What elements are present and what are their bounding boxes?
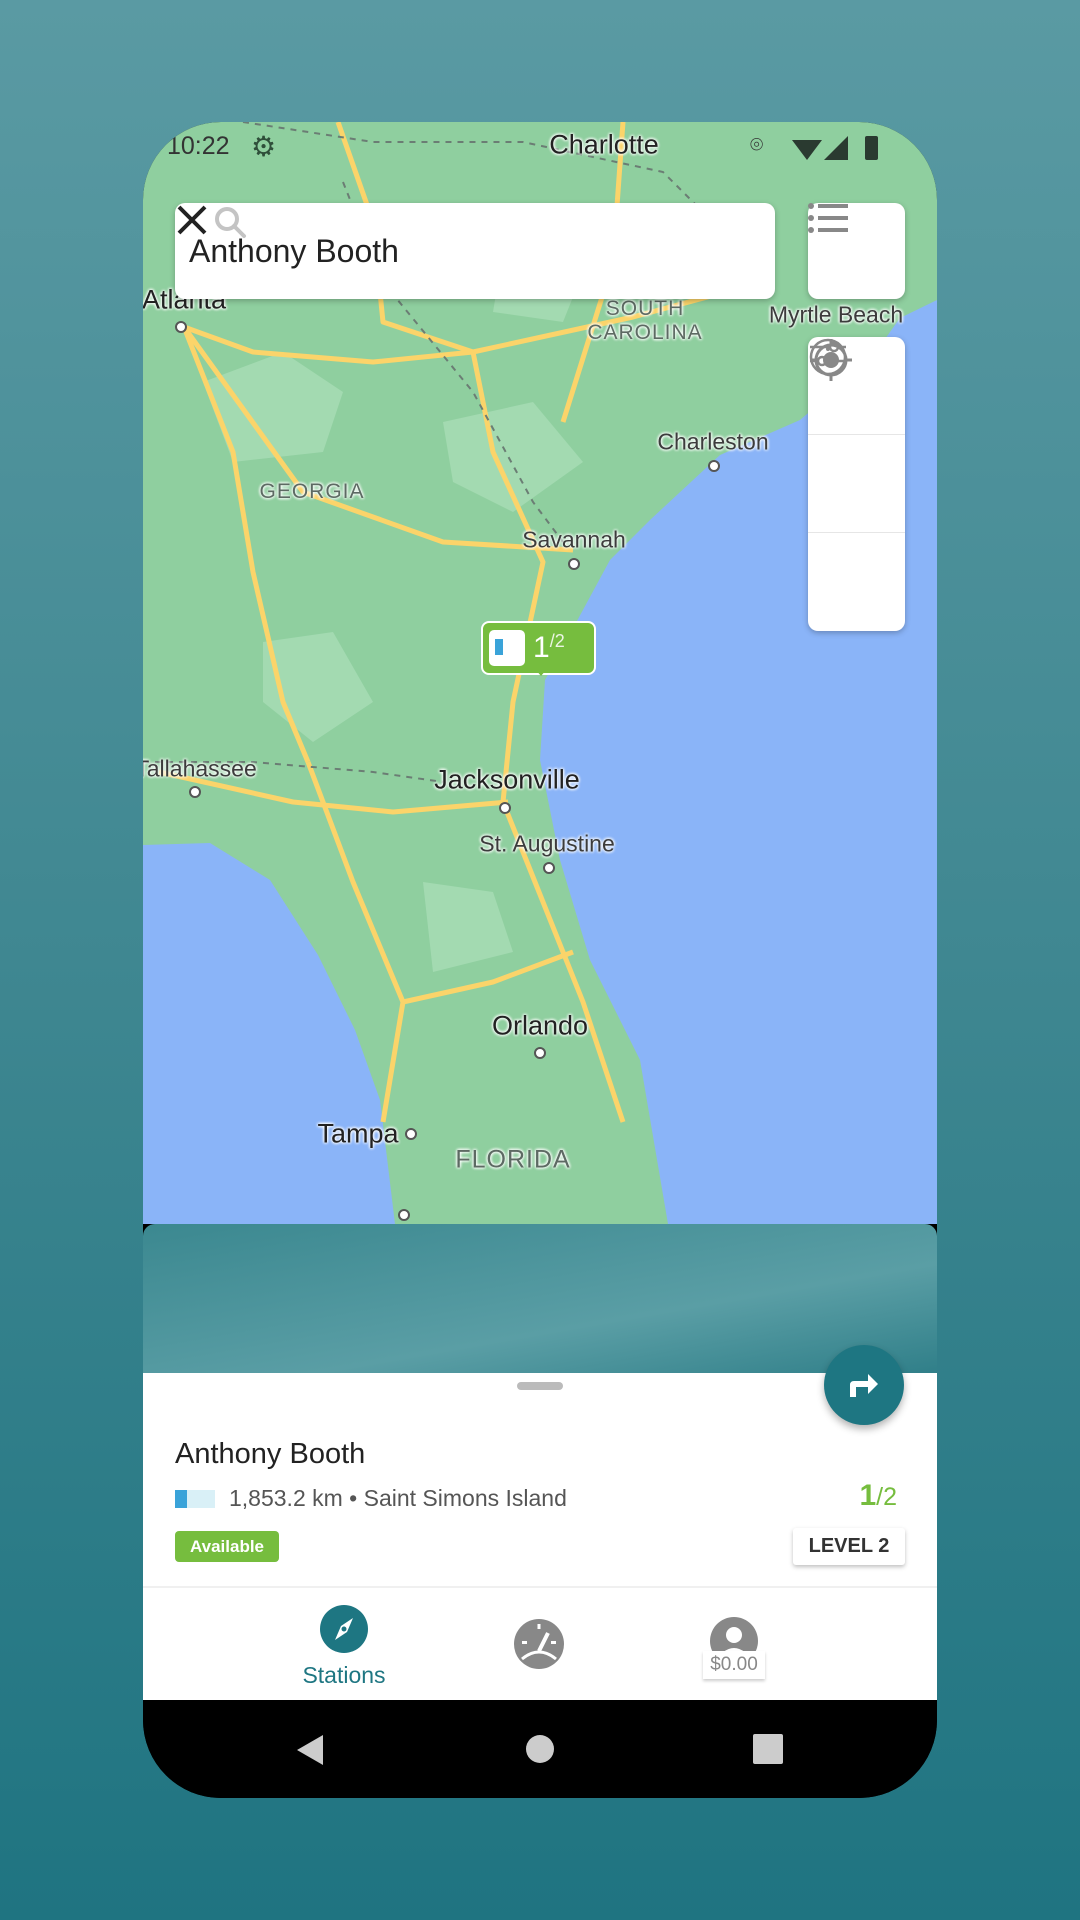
map-view[interactable]: Charlotte Atlanta SOUTH CAROLINA Myrtle … (143, 122, 937, 1224)
map-label-florida: FLORIDA (455, 1145, 571, 1174)
station-info-row: 1,853.2 km • Saint Simons Island (175, 1485, 567, 1512)
nav-stations-label: Stations (302, 1662, 386, 1688)
map-label-jacksonville: Jacksonville (434, 764, 580, 795)
map-label-charleston: Charleston (657, 428, 769, 455)
map-label-tampa: Tampa (317, 1118, 399, 1149)
search-input[interactable]: Anthony Booth (189, 233, 775, 270)
status-bar: 10:22 ⚙ ⌾ (143, 131, 937, 162)
available-count: 1 (859, 1479, 877, 1512)
station-logo-icon (489, 630, 525, 666)
map-label-georgia: GEORGIA (259, 480, 365, 503)
location-icon: ⌾ (750, 132, 764, 157)
network-logo-icon (175, 1489, 215, 1508)
crosshair-icon (810, 339, 852, 381)
station-sheet[interactable]: Anthony Booth 1,853.2 km • Saint Simons … (143, 1373, 937, 1700)
map-label-orlando: Orlando (491, 1010, 589, 1041)
marker-available-count: 1 (533, 631, 550, 664)
android-nav-bar (143, 1700, 937, 1798)
search-bar[interactable]: Anthony Booth (175, 203, 775, 299)
sheet-drag-handle[interactable] (517, 1382, 563, 1390)
list-icon (808, 203, 848, 233)
map-controls (808, 337, 905, 631)
map-label-savannah: Savannah (522, 526, 626, 553)
settings-icon: ⚙ (251, 131, 277, 162)
list-view-button[interactable] (808, 203, 905, 299)
gauge-icon (514, 1619, 564, 1669)
search-icon (215, 207, 246, 238)
my-location-button[interactable] (808, 339, 905, 631)
nav-sessions[interactable] (514, 1619, 564, 1669)
level-badge: LEVEL 2 (793, 1528, 905, 1565)
home-icon[interactable] (525, 1734, 555, 1764)
station-name: Anthony Booth (175, 1438, 366, 1470)
battery-icon (865, 136, 878, 160)
nav-stations[interactable]: Stations (283, 1605, 405, 1689)
station-photo (143, 1224, 937, 1384)
status-time: 10:22 (167, 132, 230, 160)
total-count: /2 (876, 1483, 897, 1511)
map-label-myrtle-beach: Myrtle Beach (768, 301, 904, 328)
gulf-of-mexico (143, 843, 395, 1224)
station-availability: 1/2 (859, 1479, 897, 1513)
back-icon[interactable] (295, 1733, 325, 1767)
station-marker[interactable]: 1 /2 (481, 621, 596, 676)
close-icon[interactable] (175, 203, 209, 237)
map-label-st-augustine: St. Augustine (479, 830, 615, 857)
divider (143, 1586, 937, 1588)
account-balance: $0.00 (703, 1651, 765, 1679)
compass-icon (320, 1605, 368, 1653)
wifi-icon (792, 140, 822, 160)
recents-icon[interactable] (753, 1734, 783, 1764)
status-badge: Available (175, 1531, 279, 1562)
station-distance-location: 1,853.2 km • Saint Simons Island (229, 1485, 567, 1511)
marker-total-count: /2 (549, 631, 565, 651)
directions-button[interactable] (824, 1345, 904, 1425)
signal-icon (824, 136, 848, 160)
filter-button[interactable] (808, 341, 905, 533)
nav-account[interactable]: $0.00 (703, 1617, 765, 1679)
map-label-tallahassee: Tallahassee (143, 755, 257, 782)
directions-arrow-icon (850, 1374, 878, 1397)
map-label-south-carolina: SOUTH CAROLINA (587, 297, 703, 344)
phone-screen: Charlotte Atlanta SOUTH CAROLINA Myrtle … (143, 122, 937, 1798)
